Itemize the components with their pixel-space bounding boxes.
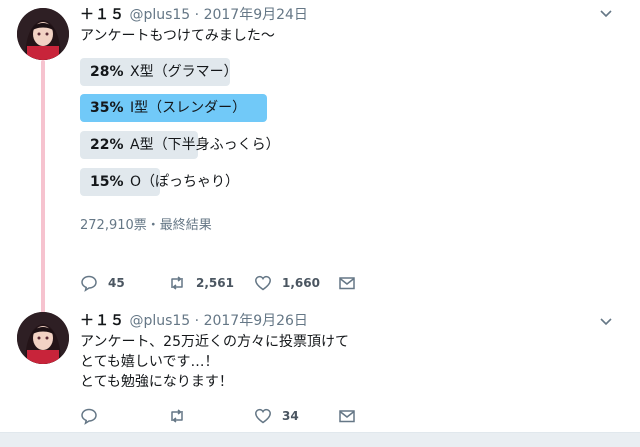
poll-choice: X型（グラマー） (130, 64, 238, 80)
poll-percent: 15% (90, 174, 124, 190)
tweet-actions: 34 (80, 406, 380, 426)
display-name[interactable]: ＋１５ (80, 7, 125, 23)
separator-dot: · (194, 313, 200, 329)
tweet-header: ＋１５ @plus15 · 2017年9月24日 (80, 6, 308, 24)
tweet-text-line: とても嬉しいです…！ (80, 354, 219, 370)
tweet-text-line: アンケート、25万近くの方々に投票頂けて (80, 334, 349, 350)
tweet-actions: 45 2,561 1,660 (80, 273, 380, 293)
poll-label: 22% A型（下半身ふっくら） (90, 136, 280, 154)
timeline-footer-strip (0, 432, 640, 447)
retweet-button[interactable] (168, 406, 196, 426)
heart-icon (255, 275, 271, 291)
poll-label: 15% O（ぽっちゃり） (90, 173, 239, 191)
poll-vote-count: 272,910票・最終結果 (80, 218, 212, 233)
username-handle[interactable]: @plus15 (129, 313, 190, 329)
reply-count: 45 (108, 276, 125, 290)
envelope-icon (339, 277, 355, 290)
poll-percent: 28% (90, 64, 124, 80)
poll-percent: 35% (90, 100, 124, 116)
poll-label: 35% I型（スレンダー） (90, 99, 246, 117)
chevron-down-icon[interactable] (600, 10, 612, 18)
heart-icon (255, 408, 271, 424)
tweet-header: ＋１５ @plus15 · 2017年9月26日 (80, 312, 308, 330)
poll-label: 28% X型（グラマー） (90, 63, 238, 81)
avatar[interactable] (17, 8, 69, 60)
direct-message-button[interactable] (338, 406, 356, 426)
envelope-icon (339, 410, 355, 423)
tweet[interactable]: ＋１５ @plus15 · 2017年9月24日 アンケートもつけてみました～ … (0, 0, 640, 316)
separator-dot: · (194, 7, 200, 23)
speech-bubble-icon (81, 275, 97, 292)
like-button[interactable]: 1,660 (254, 273, 320, 293)
retweet-arrows-icon (171, 276, 183, 290)
retweet-count: 2,561 (196, 276, 234, 290)
username-handle[interactable]: @plus15 (129, 7, 190, 23)
like-button[interactable]: 34 (254, 406, 299, 426)
reply-button[interactable]: 45 (80, 273, 125, 293)
tweet-date[interactable]: 2017年9月24日 (204, 7, 308, 23)
like-count: 1,660 (282, 276, 320, 290)
reply-button[interactable] (80, 406, 108, 426)
display-name[interactable]: ＋１５ (80, 313, 125, 329)
poll-choice: O（ぽっちゃり） (130, 174, 240, 190)
direct-message-button[interactable] (338, 273, 356, 293)
poll-percent: 22% (90, 137, 124, 153)
like-count: 34 (282, 409, 299, 423)
retweet-arrows-icon (171, 409, 183, 423)
poll-choice: I型（スレンダー） (130, 100, 247, 116)
poll-choice: A型（下半身ふっくら） (130, 137, 280, 153)
thread-connector-line (41, 60, 45, 316)
retweet-button[interactable]: 2,561 (168, 273, 234, 293)
speech-bubble-icon (81, 408, 97, 425)
tweet-date[interactable]: 2017年9月26日 (204, 313, 308, 329)
tweet-text: アンケートもつけてみました～ (80, 28, 275, 44)
avatar[interactable] (17, 312, 69, 364)
chevron-down-icon[interactable] (600, 318, 612, 326)
tweet[interactable]: ＋１５ @plus15 · 2017年9月26日 アンケート、25万近くの方々に… (0, 302, 640, 432)
tweet-text-line: とても勉強になります！ (80, 374, 233, 390)
